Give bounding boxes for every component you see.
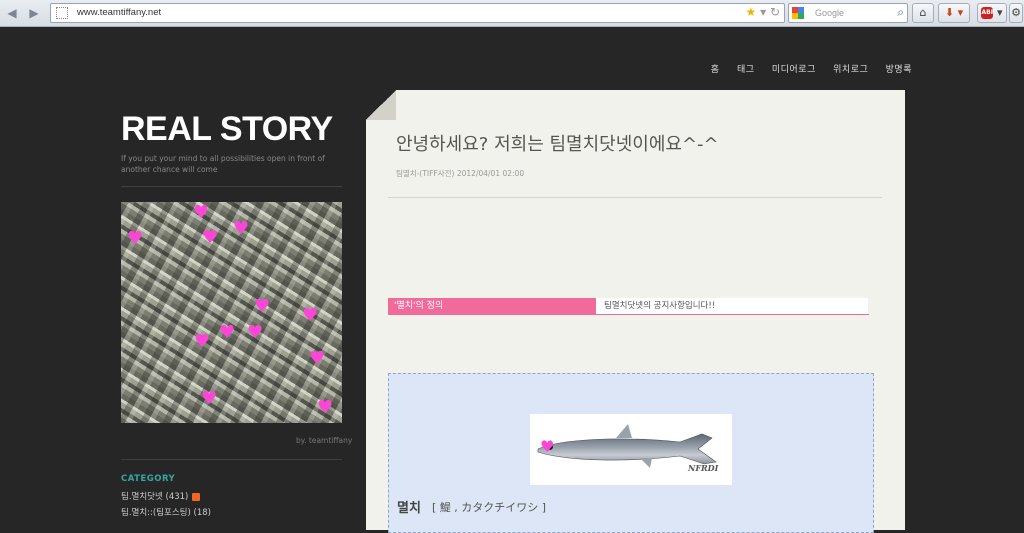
- category-label[interactable]: 팀.멸치닷넷 (431): [121, 492, 188, 502]
- page-curl: [366, 90, 396, 120]
- fish-illustration: NFRDI: [537, 424, 719, 473]
- category-heading: CATEGORY: [121, 474, 176, 484]
- url-text: www.teamtiffany.net: [77, 7, 162, 18]
- category-item[interactable]: 팀.멸치닷넷 (431): [121, 490, 201, 502]
- page-icon: [56, 7, 68, 19]
- divider: [121, 186, 342, 187]
- heart-icon: ♥: [302, 305, 319, 326]
- definition-reading: [ 鯷 , カタクチイワシ ]: [432, 501, 547, 514]
- menu-button[interactable]: ⚙: [1009, 3, 1023, 23]
- search-input[interactable]: Google: [815, 8, 844, 18]
- heart-icon: ♥: [309, 348, 326, 369]
- blog-subtitle: If you put your mind to all possibilitie…: [121, 154, 325, 174]
- heart-icon: ♥: [127, 228, 144, 249]
- anchovy-image: NFRDI ♥: [530, 414, 732, 485]
- home-icon: ⌂: [919, 6, 927, 19]
- profile-image: ♥ ♥ ♥ ♥ ♥ ♥ ♥ ♥ ♥ ♥ ♥ ♥: [121, 202, 342, 423]
- home-button[interactable]: ⌂: [912, 3, 934, 23]
- reload-icon[interactable]: ↻: [770, 5, 780, 19]
- blog-title[interactable]: REAL STORY: [121, 110, 333, 149]
- bookmark-star-icon[interactable]: ★: [745, 5, 756, 19]
- address-bar-actions: ★ ▾ ↻: [745, 5, 780, 19]
- heart-icon: ♥: [201, 388, 218, 409]
- byline: by. teamtiffany: [296, 436, 353, 445]
- forward-icon[interactable]: ▶: [26, 5, 42, 21]
- heart-icon: ♥: [202, 227, 219, 248]
- fish-caption: NFRDI: [687, 463, 719, 473]
- adblock-icon: ABP: [981, 7, 995, 19]
- nav-locationlog[interactable]: 위치로그: [833, 65, 868, 75]
- google-icon[interactable]: [792, 7, 804, 19]
- definition-word: 멸치: [397, 501, 421, 516]
- nav-tags[interactable]: 태그: [737, 65, 755, 75]
- category-label[interactable]: 팀.멸치::(팀포스팅) (18): [121, 508, 211, 518]
- nav-medialog[interactable]: 미디어로그: [772, 65, 816, 75]
- notice-bar: '멸치'의 정의 팀멸치닷넷의 공지사항입니다!!: [388, 298, 869, 315]
- post-meta: 팀멸치-(TIFF사전) 2012/04/01 02:00: [396, 169, 525, 178]
- heart-icon: ♥: [254, 296, 271, 317]
- search-icon[interactable]: ⌕: [897, 5, 904, 20]
- heart-icon: ♥: [540, 437, 555, 456]
- nav-guestbook[interactable]: 방명록: [886, 65, 912, 75]
- back-icon[interactable]: ◀: [4, 5, 20, 21]
- adblock-button[interactable]: ABP ▾: [977, 3, 1007, 23]
- rss-icon[interactable]: [192, 492, 201, 501]
- heart-icon: ♥: [233, 218, 250, 239]
- top-navigation: 홈 태그 미디어로그 위치로그 방명록: [697, 62, 912, 75]
- notice-underline: [388, 314, 869, 315]
- download-button[interactable]: ⬇ ▾: [938, 3, 970, 23]
- download-icon: ⬇: [944, 6, 955, 19]
- search-box[interactable]: Google ⌕: [788, 3, 908, 23]
- notice-label: '멸치'의 정의: [388, 298, 596, 315]
- dropdown-arrow-icon[interactable]: ▾: [760, 5, 766, 19]
- notice-text: 팀멸치닷넷의 공지사항입니다!!: [596, 298, 868, 315]
- heart-icon: ♥: [193, 202, 210, 223]
- heart-icon: ♥: [194, 331, 211, 352]
- category-item[interactable]: 팀.멸치::(팀포스팅) (18): [121, 506, 211, 518]
- post-title[interactable]: 안녕하세요? 저희는 팀멸치닷넷이에요^-^: [396, 130, 719, 156]
- heart-icon: ♥: [317, 397, 334, 418]
- browser-toolbar: ◀ ▶ www.teamtiffany.net ★ ▾ ↻ Google ⌕ ⌂…: [0, 0, 1024, 27]
- heart-icon: ♥: [247, 322, 264, 343]
- address-bar[interactable]: www.teamtiffany.net ★ ▾ ↻: [50, 3, 785, 23]
- nav-home[interactable]: 홈: [711, 65, 720, 75]
- divider: [388, 197, 882, 198]
- gear-icon: ⚙: [1011, 6, 1021, 19]
- divider: [121, 459, 342, 460]
- heart-icon: ♥: [219, 322, 236, 343]
